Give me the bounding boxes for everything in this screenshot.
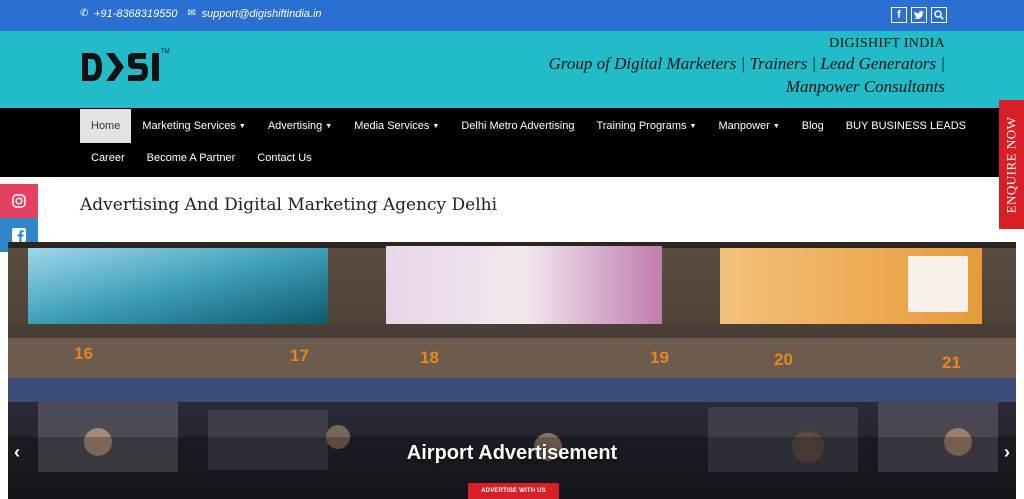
counter-number: 20 (774, 350, 793, 369)
caret-down-icon: ▼ (772, 122, 780, 130)
twitter-icon[interactable] (911, 7, 927, 23)
contact-info: ✆ +91-8368319550 ✉ support@digishiftindi… (80, 8, 322, 20)
counter-number: 18 (420, 348, 439, 367)
envelope-icon: ✉ (187, 8, 196, 19)
company-tagline-line1: Group of Digital Marketers | Trainers | … (548, 54, 945, 73)
caret-down-icon: ▼ (689, 122, 697, 130)
top-bar: ✆ +91-8368319550 ✉ support@digishiftindi… (0, 0, 1024, 31)
nav-item-become-a-partner[interactable]: Become A Partner (136, 141, 247, 175)
company-name: DIGISHIFT INDIA (829, 36, 945, 51)
counter-number: 16 (74, 344, 93, 363)
phone-link[interactable]: ✆ +91-8368319550 (80, 8, 178, 20)
phone-icon: ✆ (80, 8, 89, 19)
chevron-left-icon[interactable]: ‹ (14, 442, 20, 463)
nav-item-delhi-metro-advertising[interactable]: Delhi Metro Advertising (450, 109, 585, 143)
nav-item-buy-business-leads[interactable]: BUY BUSINESS LEADS (835, 109, 977, 143)
hero-slider: 16 17 18 19 20 21 Airport Advertisement … (8, 242, 1016, 499)
caret-down-icon: ▼ (325, 122, 333, 130)
slide-caption: Airport Advertisement (406, 442, 618, 464)
nav-item-marketing-services[interactable]: Marketing Services ▼ (131, 109, 256, 143)
company-block: DIGISHIFT INDIA Group of Digital Markete… (525, 36, 945, 98)
enquire-now-label: ENQUIRE NOW (1003, 116, 1019, 213)
caret-down-icon: ▼ (432, 122, 440, 130)
nav-row-2: Career Become A Partner Contact Us (80, 143, 323, 173)
top-social-links: f (891, 7, 947, 23)
advertise-with-us-button[interactable]: ADVERTISE WITH US (468, 483, 559, 499)
site-logo[interactable]: TM (80, 45, 170, 87)
nav-item-advertising[interactable]: Advertising ▼ (257, 109, 343, 143)
company-tagline-line2: Manpower Consultants (785, 77, 945, 96)
counter-number: 21 (942, 353, 961, 372)
chevron-right-icon[interactable]: › (1004, 442, 1010, 463)
nav-item-media-services[interactable]: Media Services ▼ (343, 109, 450, 143)
nav-item-blog[interactable]: Blog (791, 109, 835, 143)
search-icon[interactable] (931, 7, 947, 23)
email-link[interactable]: ✉ support@digishiftindia.in (188, 8, 322, 20)
caret-down-icon: ▼ (238, 122, 246, 130)
nav-item-manpower[interactable]: Manpower ▼ (707, 109, 790, 143)
trademark-mark: TM (161, 49, 170, 55)
nav-item-home[interactable]: Home (80, 109, 132, 143)
phone-text: +91-8368319550 (94, 8, 178, 20)
nav-item-contact-us[interactable]: Contact Us (246, 141, 322, 175)
nav-item-training-programs[interactable]: Training Programs ▼ (585, 109, 707, 143)
page-title: Advertising And Digital Marketing Agency… (80, 195, 498, 215)
enquire-now-button[interactable]: ENQUIRE NOW (999, 100, 1024, 229)
facebook-icon[interactable]: f (891, 7, 907, 23)
main-navigation: Home Marketing Services ▼ Advertising ▼ Me… (0, 108, 1024, 177)
site-header: TM DIGISHIFT INDIA Group of Digital Mark… (0, 31, 1024, 108)
page-title-bar: Advertising And Digital Marketing Agency… (0, 177, 1024, 242)
email-text: support@digishiftindia.in (201, 8, 322, 20)
nav-item-career[interactable]: Career (80, 141, 136, 175)
nav-row-1: Home Marketing Services ▼ Advertising ▼ Me… (80, 109, 977, 143)
counter-number: 19 (650, 348, 669, 367)
counter-number: 17 (290, 346, 309, 365)
instagram-icon[interactable] (0, 184, 38, 218)
